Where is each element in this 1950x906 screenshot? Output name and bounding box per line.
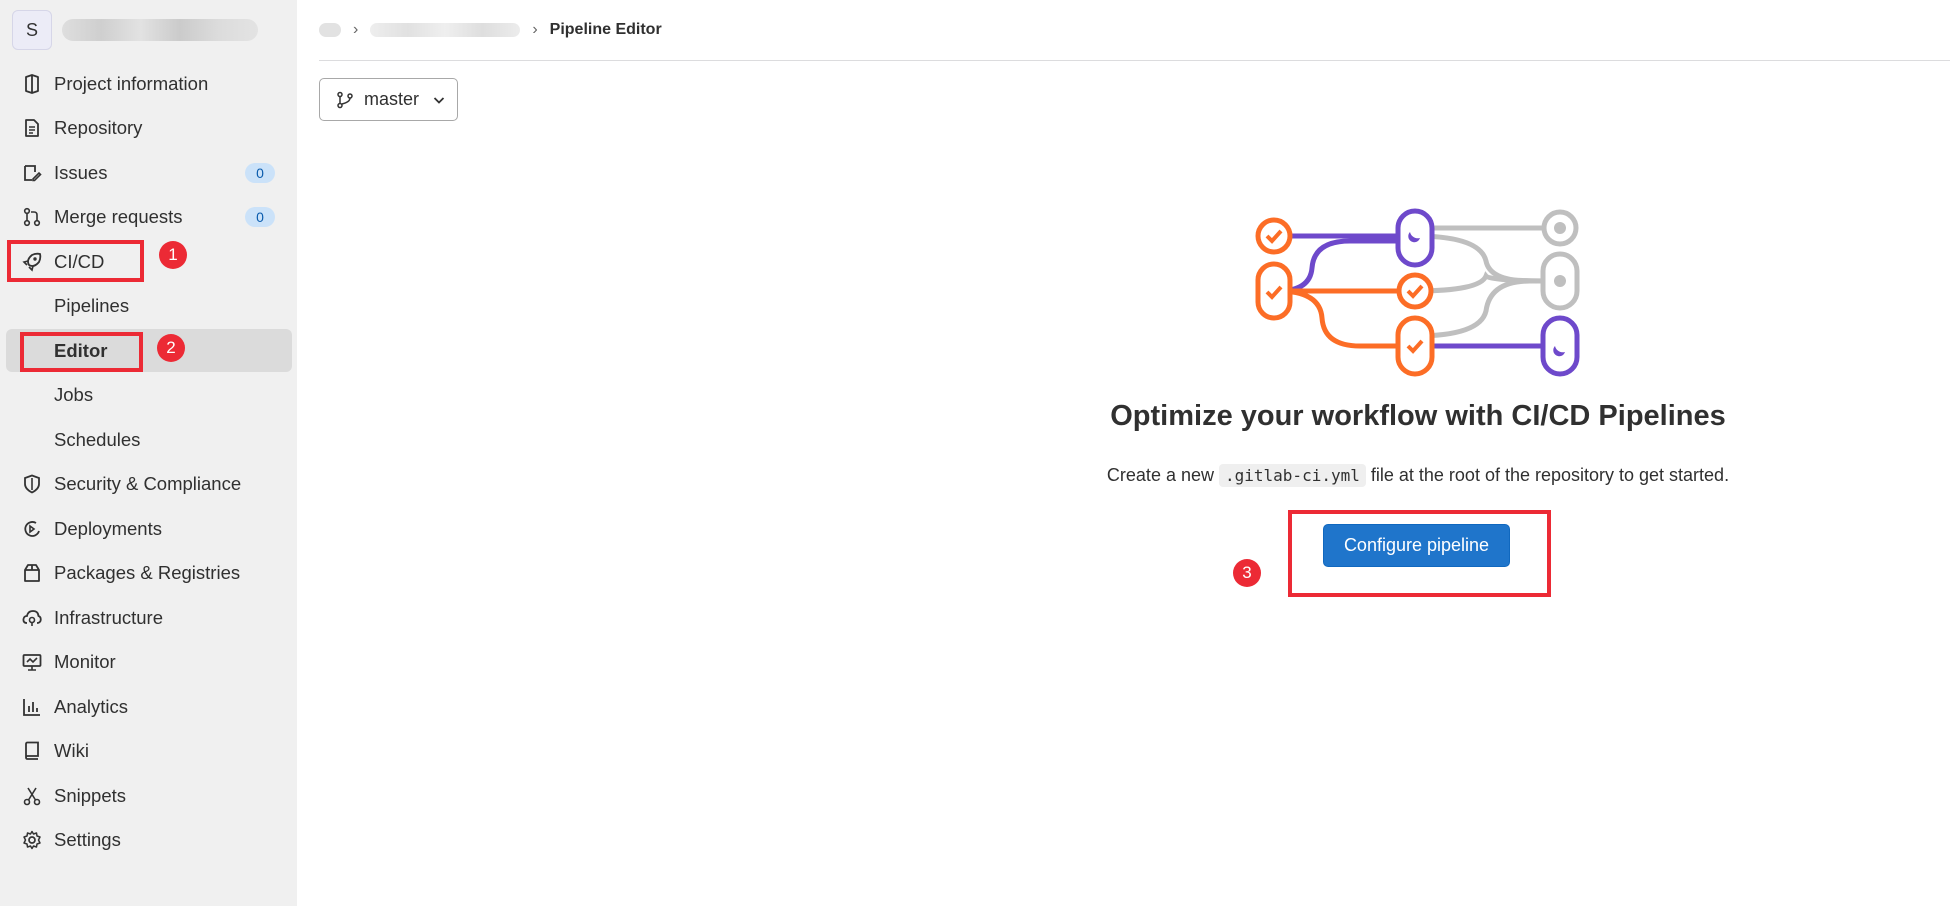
ci-filename-code: .gitlab-ci.yml (1219, 464, 1366, 487)
sidebar-item-label: Schedules (54, 429, 141, 450)
sidebar-item-security-compliance[interactable]: Security & Compliance (0, 464, 297, 504)
breadcrumb-project-redacted[interactable] (370, 23, 521, 37)
branch-label: master (364, 89, 420, 109)
infrastructure-icon (21, 607, 43, 629)
project-header[interactable]: S (12, 10, 258, 50)
sidebar-item-label: Security & Compliance (54, 473, 242, 494)
sidebar-item-label: Repository (54, 117, 143, 138)
shield-icon (21, 473, 43, 495)
annotation-box-cicd (7, 240, 144, 282)
sidebar-item-label: Packages & Registries (54, 562, 241, 583)
chevron-right-icon: › (353, 21, 359, 38)
sidebar-subitem-schedules[interactable]: Schedules (0, 420, 297, 460)
scissors-icon (21, 785, 43, 807)
sidebar-item-label: Jobs (54, 384, 94, 405)
sidebar-item-label: Settings (54, 829, 121, 850)
merge-requests-count-badge: 0 (245, 207, 275, 227)
issues-count-badge: 0 (245, 163, 275, 183)
sidebar-item-label: Infrastructure (54, 607, 163, 628)
sidebar-item-label: Analytics (54, 696, 129, 717)
breadcrumb-current[interactable]: Pipeline Editor (550, 21, 662, 39)
sidebar-item-merge-requests[interactable]: Merge requests 0 (0, 197, 297, 237)
annotation-number-1: 1 (159, 241, 187, 269)
sidebar-item-issues[interactable]: Issues 0 (0, 153, 297, 193)
project-avatar[interactable]: S (12, 10, 52, 50)
annotation-box-editor (20, 332, 143, 372)
branch-icon (336, 91, 354, 114)
sidebar-item-label: Merge requests (54, 206, 183, 227)
annotation-number-3: 3 (1233, 559, 1261, 587)
sidebar-subitem-pipelines[interactable]: Pipelines (0, 286, 297, 326)
repository-icon (21, 117, 43, 139)
configure-pipeline-button[interactable]: Configure pipeline (1323, 524, 1510, 567)
book-icon (21, 740, 43, 762)
sidebar-item-packages-registries[interactable]: Packages & Registries (0, 553, 297, 593)
empty-state-title: Optimize your workflow with CI/CD Pipeli… (1110, 400, 1726, 432)
sidebar-item-label: Pipelines (54, 295, 130, 316)
project-name-redacted[interactable] (62, 19, 258, 41)
sidebar-item-project-information[interactable]: Project information (0, 64, 297, 104)
sidebar: S Project information Repository Issues … (0, 0, 297, 906)
sidebar-item-label: Issues (54, 162, 108, 183)
settings-gear-icon (21, 829, 43, 851)
chevron-down-icon (432, 93, 446, 112)
sidebar-item-settings[interactable]: Settings (0, 820, 297, 860)
branch-selector-dropdown[interactable]: master (319, 78, 458, 121)
sidebar-item-label: Wiki (54, 740, 89, 761)
issues-icon (21, 162, 43, 184)
breadcrumb-group-redacted[interactable] (319, 23, 341, 37)
description-text-before: Create a new (1106, 465, 1214, 485)
sidebar-item-label: Project information (54, 73, 209, 94)
empty-state-description: Create a new .gitlab-ci.yml file at the … (1000, 464, 1836, 487)
sidebar-item-repository[interactable]: Repository (0, 108, 297, 148)
breadcrumb: › › Pipeline Editor (319, 0, 1950, 61)
pipelines-illustration (1250, 206, 1590, 391)
sidebar-item-label: Deployments (54, 518, 162, 539)
sidebar-item-infrastructure[interactable]: Infrastructure (0, 598, 297, 638)
sidebar-item-deployments[interactable]: Deployments (0, 509, 297, 549)
description-text-after: file at the root of the repository to ge… (1370, 465, 1730, 485)
monitor-icon (21, 651, 43, 673)
sidebar-subitem-jobs[interactable]: Jobs (0, 375, 297, 415)
sidebar-item-label: Monitor (54, 651, 116, 672)
sidebar-item-snippets[interactable]: Snippets (0, 776, 297, 816)
sidebar-item-label: Snippets (54, 785, 126, 806)
sidebar-item-monitor[interactable]: Monitor (0, 642, 297, 682)
analytics-icon (21, 696, 43, 718)
chevron-right-icon: › (532, 21, 538, 38)
package-icon (21, 562, 43, 584)
sidebar-item-analytics[interactable]: Analytics (0, 687, 297, 727)
annotation-number-2: 2 (157, 334, 185, 362)
sidebar-item-wiki[interactable]: Wiki (0, 731, 297, 771)
merge-request-icon (21, 206, 43, 228)
deployments-icon (21, 518, 43, 540)
project-information-icon (21, 73, 43, 95)
